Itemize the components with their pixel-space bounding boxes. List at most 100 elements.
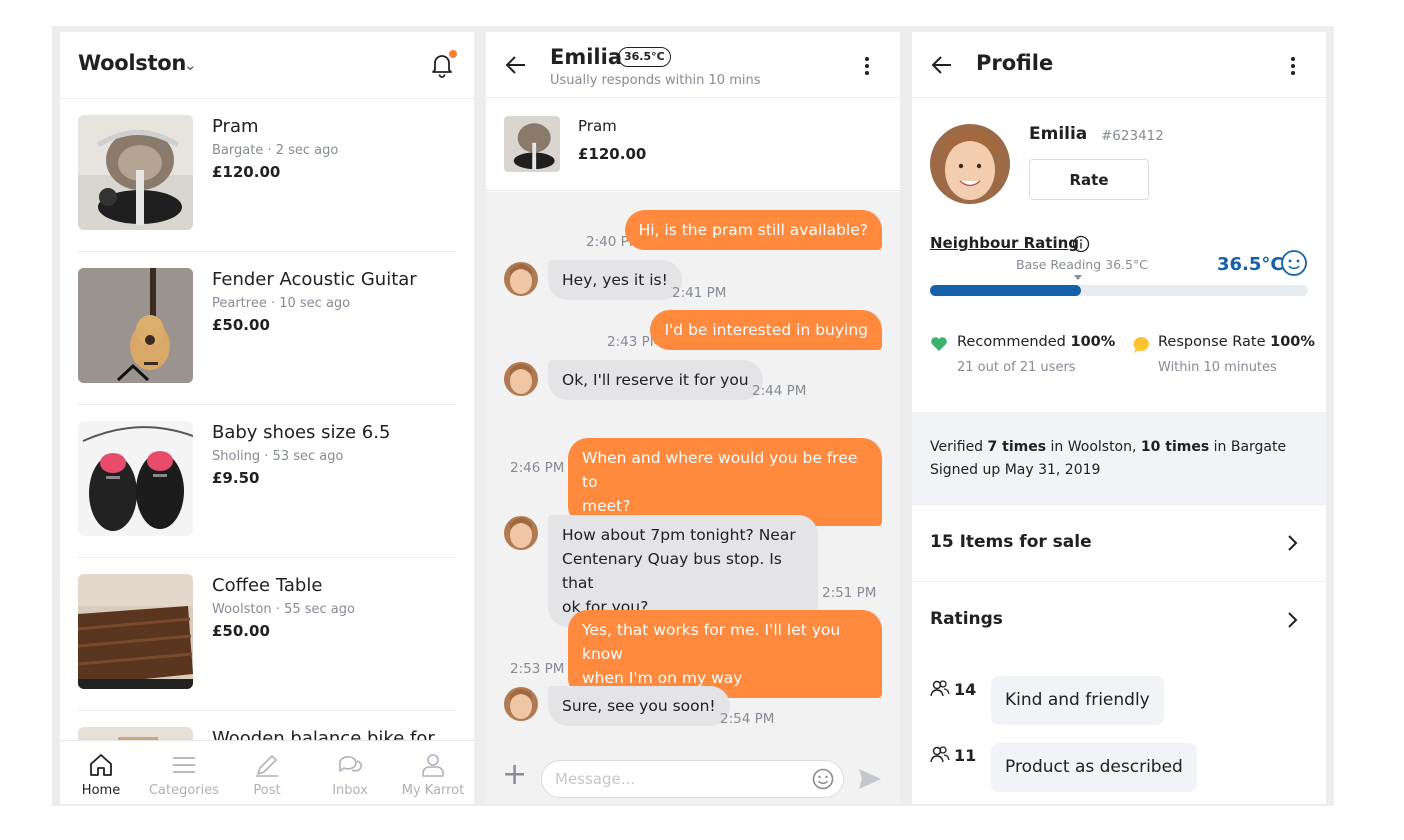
tab-label: Inbox bbox=[332, 783, 368, 798]
temperature-bar-fill bbox=[930, 285, 1082, 296]
verified-locations: Verified 7 times in Woolston, 10 times i… bbox=[930, 439, 1287, 455]
listing-price: £50.00 bbox=[212, 622, 270, 640]
tab-categories[interactable]: Categories bbox=[143, 741, 225, 804]
message-time: 2:53 PM bbox=[510, 661, 565, 677]
person-icon bbox=[422, 754, 444, 777]
ratings-label: Ratings bbox=[930, 609, 1003, 629]
pencil-icon bbox=[256, 755, 278, 777]
listing-item-guitar[interactable]: Fender Acoustic Guitar Peartree · 10 sec… bbox=[78, 252, 456, 405]
listing-meta: Sholing · 53 sec ago bbox=[212, 449, 344, 464]
ratings-row[interactable]: Ratings bbox=[912, 582, 1326, 659]
tab-home[interactable]: Home bbox=[60, 741, 142, 804]
listings-header: Woolston ⌄ bbox=[60, 32, 474, 99]
home-icon bbox=[90, 754, 112, 776]
avatar bbox=[504, 262, 538, 296]
base-reading-label: Base Reading 36.5°C bbox=[1016, 257, 1148, 272]
listing-price: £50.00 bbox=[212, 316, 270, 334]
response-rate-stat: Response Rate 100% bbox=[1158, 334, 1315, 350]
avatar bbox=[504, 362, 538, 396]
send-icon[interactable] bbox=[858, 768, 882, 790]
message-list: 2:40 PM Hi, is the pram still available?… bbox=[486, 192, 900, 752]
chat-partner-name: Emilia bbox=[550, 45, 622, 69]
neighbour-rating-label: Neighbour Rating bbox=[930, 234, 1080, 252]
items-for-sale-row[interactable]: 15 Items for sale bbox=[912, 505, 1326, 582]
received-message: Sure, see you soon! bbox=[548, 686, 730, 726]
received-message: Hey, yes it is! bbox=[548, 260, 682, 300]
rating-tag-chip: Product as described bbox=[991, 743, 1197, 792]
chat-product-price: £120.00 bbox=[578, 145, 647, 163]
message-time: 2:54 PM bbox=[720, 711, 775, 727]
more-options-icon[interactable] bbox=[865, 57, 869, 75]
message-time: 2:41 PM bbox=[672, 285, 727, 301]
smiley-face-icon bbox=[1281, 250, 1307, 276]
pram-thumbnail bbox=[504, 116, 560, 172]
back-arrow-icon[interactable] bbox=[930, 53, 954, 77]
list-icon bbox=[173, 757, 195, 773]
message-time: 2:46 PM bbox=[510, 460, 565, 476]
profile-name: Emilia bbox=[1029, 124, 1088, 144]
back-arrow-icon[interactable] bbox=[504, 53, 528, 77]
profile-screen: Profile Emilia #623412 Rate Neighbour Ra… bbox=[912, 32, 1326, 804]
chat-header: Emilia 36.5°C Usually responds within 10… bbox=[486, 32, 900, 98]
temperature-badge: 36.5°C bbox=[618, 47, 671, 67]
guitar-photo bbox=[78, 268, 193, 383]
people-icon bbox=[930, 680, 950, 697]
received-message: Ok, I'll reserve it for you bbox=[548, 360, 763, 400]
base-reading-marker bbox=[1074, 275, 1082, 280]
message-time: 2:44 PM bbox=[752, 383, 807, 399]
chat-screen: Emilia 36.5°C Usually responds within 10… bbox=[486, 32, 900, 804]
rating-tag-count: 14 bbox=[930, 679, 976, 699]
tab-my-karrot[interactable]: My Karrot bbox=[392, 741, 474, 804]
items-for-sale-label: 15 Items for sale bbox=[930, 532, 1092, 552]
tab-inbox[interactable]: Inbox bbox=[309, 741, 391, 804]
listing-meta: Bargate · 2 sec ago bbox=[212, 143, 339, 158]
rating-tag-chip: Kind and friendly bbox=[991, 676, 1164, 725]
profile-user-id: #623412 bbox=[1101, 128, 1164, 144]
location-selector[interactable]: Woolston bbox=[78, 51, 186, 75]
sent-message: I'd be interested in buying bbox=[650, 310, 882, 350]
message-input[interactable] bbox=[541, 760, 844, 798]
people-icon bbox=[930, 746, 950, 763]
emoji-icon[interactable] bbox=[812, 768, 834, 790]
tab-post[interactable]: Post bbox=[226, 741, 308, 804]
recommended-sub: 21 out of 21 users bbox=[957, 360, 1076, 375]
chevron-down-icon[interactable]: ⌄ bbox=[184, 56, 197, 74]
info-icon[interactable] bbox=[1072, 235, 1090, 253]
listing-price: £120.00 bbox=[212, 163, 281, 181]
chat-bubbles-icon bbox=[339, 756, 362, 772]
bottom-tab-bar: Home Categories Post Inbox My Karrot bbox=[60, 740, 474, 804]
rating-tag-count: 11 bbox=[930, 745, 976, 765]
listing-title: Coffee Table bbox=[212, 575, 323, 596]
response-time-subtitle: Usually responds within 10 mins bbox=[550, 73, 761, 88]
notification-dot bbox=[449, 50, 457, 58]
listing-item-pram[interactable]: Pram Bargate · 2 sec ago £120.00 bbox=[78, 99, 456, 252]
baby-shoes-photo bbox=[78, 421, 193, 536]
add-attachment-icon[interactable]: + bbox=[502, 760, 527, 790]
listing-item-coffee-table[interactable]: Coffee Table Woolston · 55 sec ago £50.0… bbox=[78, 558, 456, 711]
pram-photo bbox=[78, 115, 193, 230]
listing-meta: Peartree · 10 sec ago bbox=[212, 296, 351, 311]
recommended-stat: Recommended 100% bbox=[957, 334, 1116, 350]
listing-title: Pram bbox=[212, 116, 259, 137]
listing-item-baby-shoes[interactable]: Baby shoes size 6.5 Sholing · 53 sec ago… bbox=[78, 405, 456, 558]
chat-product-bar[interactable]: Pram £120.00 bbox=[486, 99, 900, 191]
temperature-bar bbox=[930, 285, 1308, 296]
signed-up-date: Signed up May 31, 2019 bbox=[930, 462, 1101, 478]
avatar bbox=[504, 687, 538, 721]
tab-label: My Karrot bbox=[401, 783, 465, 798]
listing-title: Fender Acoustic Guitar bbox=[212, 269, 417, 290]
message-composer: + bbox=[486, 752, 900, 804]
sent-message: Yes, that works for me. I'll let you kno… bbox=[568, 610, 882, 698]
heart-icon bbox=[931, 337, 947, 351]
speech-bubble-icon bbox=[1133, 337, 1149, 353]
more-options-icon[interactable] bbox=[1291, 57, 1295, 75]
chevron-right-icon bbox=[1288, 535, 1298, 551]
rate-button[interactable]: Rate bbox=[1029, 159, 1149, 200]
manner-temperature-value: 36.5°C bbox=[1217, 254, 1284, 275]
page-title: Profile bbox=[976, 51, 1054, 75]
tab-label: Post bbox=[253, 783, 281, 798]
listing-meta: Woolston · 55 sec ago bbox=[212, 602, 355, 617]
avatar bbox=[504, 516, 538, 550]
chevron-right-icon bbox=[1288, 612, 1298, 628]
listing-title: Baby shoes size 6.5 bbox=[212, 422, 391, 443]
